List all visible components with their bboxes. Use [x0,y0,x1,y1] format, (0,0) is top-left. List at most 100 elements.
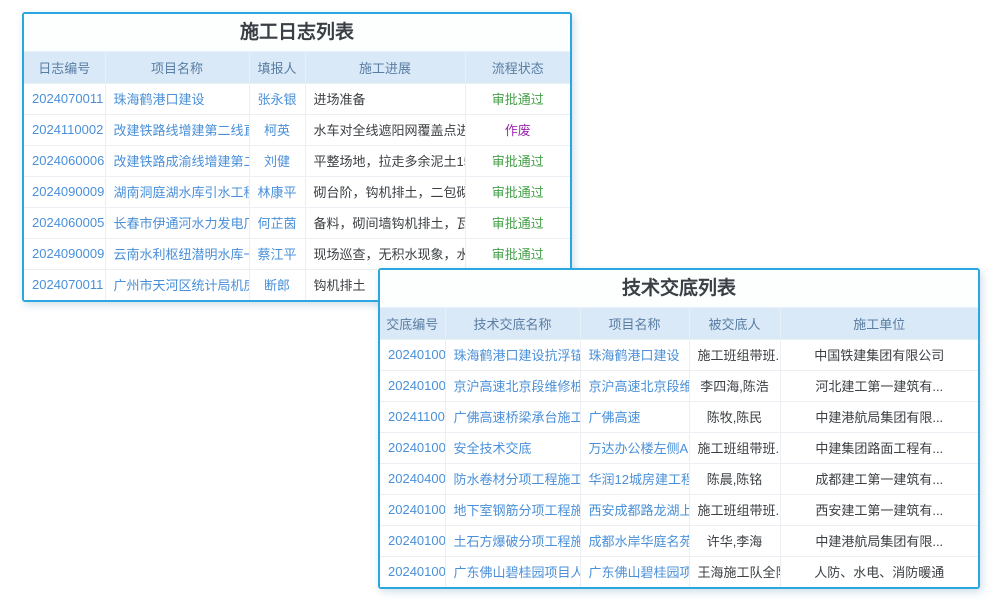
disclosure-id-link[interactable]: 2024010003 [380,432,445,463]
disclosure-id-link[interactable]: 2024110001 [380,401,445,432]
disclosure-id-link[interactable]: 2024010001 [380,556,445,587]
disclosure-name-link[interactable]: 珠海鹤港口建设抗浮锚杆... [445,339,580,370]
log_table-col-header: 项目名称 [105,52,249,83]
disclosure-unit-text: 中建港航局集团有限... [780,401,978,432]
construction-log-panel: 施工日志列表 日志编号项目名称填报人施工进展流程状态 2024070011珠海鹤… [22,12,572,302]
disclosure-table-row: 2024010003安全技术交底万达办公楼左侧A...施工班组带班...中建集团… [380,432,978,463]
disclosure-name-link[interactable]: 土石方爆破分项工程施工... [445,525,580,556]
disclosure-project-link[interactable]: 广东佛山碧桂园项目 [580,556,689,587]
log-reporter-link[interactable]: 柯英 [249,114,305,145]
disclosure-id-link[interactable]: 2024010003 [380,339,445,370]
log-status-badge: 审批通过 [465,176,570,207]
tech-disclosure-table: 交底编号技术交底名称项目名称被交底人施工单位 2024010003珠海鹤港口建设… [380,308,978,587]
construction-log-header: 日志编号项目名称填报人施工进展流程状态 [24,52,570,83]
disclosure-table-row: 2024010004京沪高速北京段维修桩帽...京沪高速北京段维修李四海,陈浩河… [380,370,978,401]
log-progress-text: 平整场地，拉走多余泥土15... [305,145,465,176]
disclosure-name-link[interactable]: 地下室钢筋分项工程施工... [445,494,580,525]
disclosure-project-link[interactable]: 西安成都路龙湖上... [580,494,689,525]
disclosure-name-link[interactable]: 防水卷材分项工程施工技... [445,463,580,494]
log-project-link[interactable]: 广州市天河区统计局机房... [105,269,249,300]
disclosure_table-col-header: 项目名称 [580,308,689,339]
disclosure-id-link[interactable]: 2024010004 [380,370,445,401]
log-status-badge: 审批通过 [465,145,570,176]
disclosure-person-text: 王海施工队全队 [689,556,780,587]
log-reporter-link[interactable]: 何芷茵 [249,207,305,238]
log-reporter-link[interactable]: 断郎 [249,269,305,300]
disclosure_table-col-header: 技术交底名称 [445,308,580,339]
disclosure_table-col-header: 被交底人 [689,308,780,339]
disclosure-project-link[interactable]: 成都水岸华庭名苑... [580,525,689,556]
disclosure-name-link[interactable]: 广佛高速桥梁承台施工技... [445,401,580,432]
disclosure-person-text: 施工班组带班... [689,494,780,525]
disclosure-id-link[interactable]: 2024010002 [380,525,445,556]
tech-disclosure-panel: 技术交底列表 交底编号技术交底名称项目名称被交底人施工单位 2024010003… [378,268,980,589]
log-project-link[interactable]: 珠海鹤港口建设 [105,83,249,114]
log-progress-text: 砌台阶，钩机排土，二包砌... [305,176,465,207]
log-table-row: 2024110002改建铁路线增建第二线直...柯英水车对全线遮阳网覆盖点进..… [24,114,570,145]
disclosure-unit-text: 中国铁建集团有限公司 [780,339,978,370]
log-id-link[interactable]: 2024090009 [24,176,105,207]
disclosure-name-link[interactable]: 安全技术交底 [445,432,580,463]
disclosure-table-row: 2024040001防水卷材分项工程施工技...华润12城房建工程...陈晨,陈… [380,463,978,494]
log-reporter-link[interactable]: 张永银 [249,83,305,114]
log-id-link[interactable]: 2024060006 [24,145,105,176]
disclosure-table-row: 2024110001广佛高速桥梁承台施工技...广佛高速陈牧,陈民中建港航局集团… [380,401,978,432]
log-reporter-link[interactable]: 刘健 [249,145,305,176]
construction-log-title: 施工日志列表 [24,14,570,52]
tech-disclosure-title: 技术交底列表 [380,270,978,308]
disclosure-project-link[interactable]: 广佛高速 [580,401,689,432]
log-progress-text: 备料，砌间墙钩机排土，瓦... [305,207,465,238]
disclosure-project-link[interactable]: 珠海鹤港口建设 [580,339,689,370]
log-status-badge: 审批通过 [465,83,570,114]
log-project-link[interactable]: 改建铁路线增建第二线直... [105,114,249,145]
disclosure-unit-text: 成都建工第一建筑有... [780,463,978,494]
log-id-link[interactable]: 2024090009 [24,238,105,269]
disclosure-unit-text: 人防、水电、消防暖通 [780,556,978,587]
disclosure_table-col-header: 施工单位 [780,308,978,339]
disclosure-person-text: 李四海,陈浩 [689,370,780,401]
log-id-link[interactable]: 2024060005 [24,207,105,238]
log-id-link[interactable]: 2024070011 [24,83,105,114]
disclosure-unit-text: 河北建工第一建筑有... [780,370,978,401]
disclosure-table-row: 2024010002地下室钢筋分项工程施工...西安成都路龙湖上...施工班组带… [380,494,978,525]
log-reporter-link[interactable]: 蔡江平 [249,238,305,269]
disclosure-name-link[interactable]: 广东佛山碧桂园项目人防... [445,556,580,587]
log-id-link[interactable]: 2024110002 [24,114,105,145]
disclosure-person-text: 许华,李海 [689,525,780,556]
log-table-row: 2024090009云南水利枢纽潜明水库一...蔡江平现场巡查，无积水现象，水.… [24,238,570,269]
disclosure_table-col-header: 交底编号 [380,308,445,339]
log_table-col-header: 日志编号 [24,52,105,83]
log-status-badge: 审批通过 [465,207,570,238]
log-table-row: 2024070011珠海鹤港口建设张永银进场准备审批通过 [24,83,570,114]
log-progress-text: 水车对全线遮阳网覆盖点进... [305,114,465,145]
disclosure-project-link[interactable]: 京沪高速北京段维修 [580,370,689,401]
log-progress-text: 进场准备 [305,83,465,114]
disclosure-table-row: 2024010002土石方爆破分项工程施工...成都水岸华庭名苑...许华,李海… [380,525,978,556]
log-project-link[interactable]: 改建铁路成渝线增建第二... [105,145,249,176]
disclosure-name-link[interactable]: 京沪高速北京段维修桩帽... [445,370,580,401]
disclosure-unit-text: 中建集团路面工程有... [780,432,978,463]
log_table-col-header: 流程状态 [465,52,570,83]
disclosure-project-link[interactable]: 华润12城房建工程... [580,463,689,494]
log-project-link[interactable]: 长春市伊通河水力发电厂... [105,207,249,238]
disclosure-unit-text: 西安建工第一建筑有... [780,494,978,525]
disclosure-person-text: 陈晨,陈铭 [689,463,780,494]
log-table-row: 2024090009湖南洞庭湖水库引水工程...林康平砌台阶，钩机排土，二包砌.… [24,176,570,207]
tech-disclosure-header: 交底编号技术交底名称项目名称被交底人施工单位 [380,308,978,339]
disclosure-id-link[interactable]: 2024010002 [380,494,445,525]
disclosure-table-row: 2024010001广东佛山碧桂园项目人防...广东佛山碧桂园项目王海施工队全队… [380,556,978,587]
log_table-col-header: 填报人 [249,52,305,83]
disclosure-person-text: 施工班组带班... [689,432,780,463]
log-table-row: 2024060006改建铁路成渝线增建第二...刘健平整场地，拉走多余泥土15.… [24,145,570,176]
log-id-link[interactable]: 2024070011 [24,269,105,300]
log-project-link[interactable]: 湖南洞庭湖水库引水工程... [105,176,249,207]
disclosure-person-text: 陈牧,陈民 [689,401,780,432]
log_table-col-header: 施工进展 [305,52,465,83]
log-project-link[interactable]: 云南水利枢纽潜明水库一... [105,238,249,269]
log-status-badge: 审批通过 [465,238,570,269]
disclosure-table-row: 2024010003珠海鹤港口建设抗浮锚杆...珠海鹤港口建设施工班组带班...… [380,339,978,370]
log-reporter-link[interactable]: 林康平 [249,176,305,207]
disclosure-id-link[interactable]: 2024040001 [380,463,445,494]
log-status-badge: 作废 [465,114,570,145]
disclosure-project-link[interactable]: 万达办公楼左侧A... [580,432,689,463]
